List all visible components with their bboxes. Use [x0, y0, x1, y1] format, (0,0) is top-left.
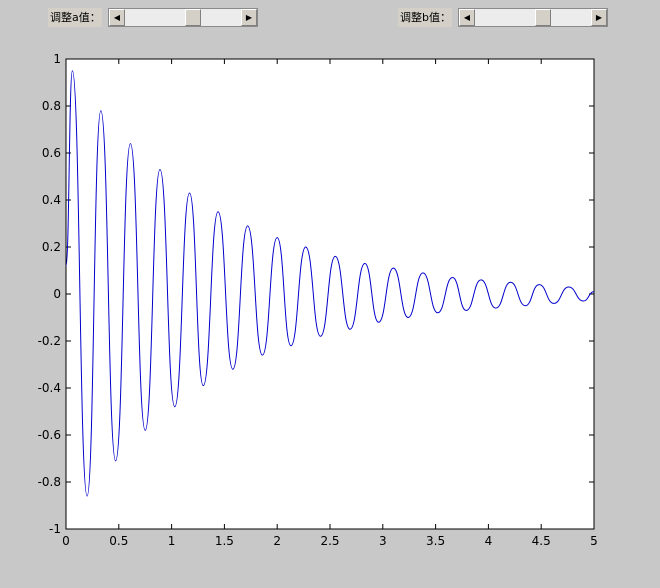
y-tick-label: 0 — [53, 287, 61, 301]
x-tick-label: 2.5 — [320, 534, 339, 548]
x-tick-label: 3.5 — [426, 534, 445, 548]
x-tick-label: 3 — [379, 534, 387, 548]
y-tick-label: -0.6 — [38, 428, 61, 442]
y-tick-label: 0.6 — [42, 146, 61, 160]
y-tick-label: -0.2 — [38, 334, 61, 348]
x-tick-label: 4 — [485, 534, 493, 548]
plot-area — [65, 58, 595, 530]
x-tick-label: 0 — [62, 534, 70, 548]
y-tick-label: 0.2 — [42, 240, 61, 254]
x-tick-label: 0.5 — [109, 534, 128, 548]
x-tick-label: 4.5 — [532, 534, 551, 548]
x-tick-label: 5 — [590, 534, 598, 548]
y-tick-label: 1 — [53, 52, 61, 66]
y-tick-label: -1 — [49, 522, 61, 536]
x-tick-label: 1 — [168, 534, 176, 548]
y-tick-label: 0.4 — [42, 193, 61, 207]
y-tick-label: -0.8 — [38, 475, 61, 489]
x-tick-label: 1.5 — [215, 534, 234, 548]
y-tick-label: 0.8 — [42, 99, 61, 113]
chart: 0 0.5 1 1.5 2 2.5 3 3.5 4 4.5 5 -1 -0.8 -0.6 -0.4 -0.2… — [38, 52, 598, 548]
x-tick-label: 2 — [273, 534, 281, 548]
y-tick-label: -0.4 — [38, 381, 61, 395]
